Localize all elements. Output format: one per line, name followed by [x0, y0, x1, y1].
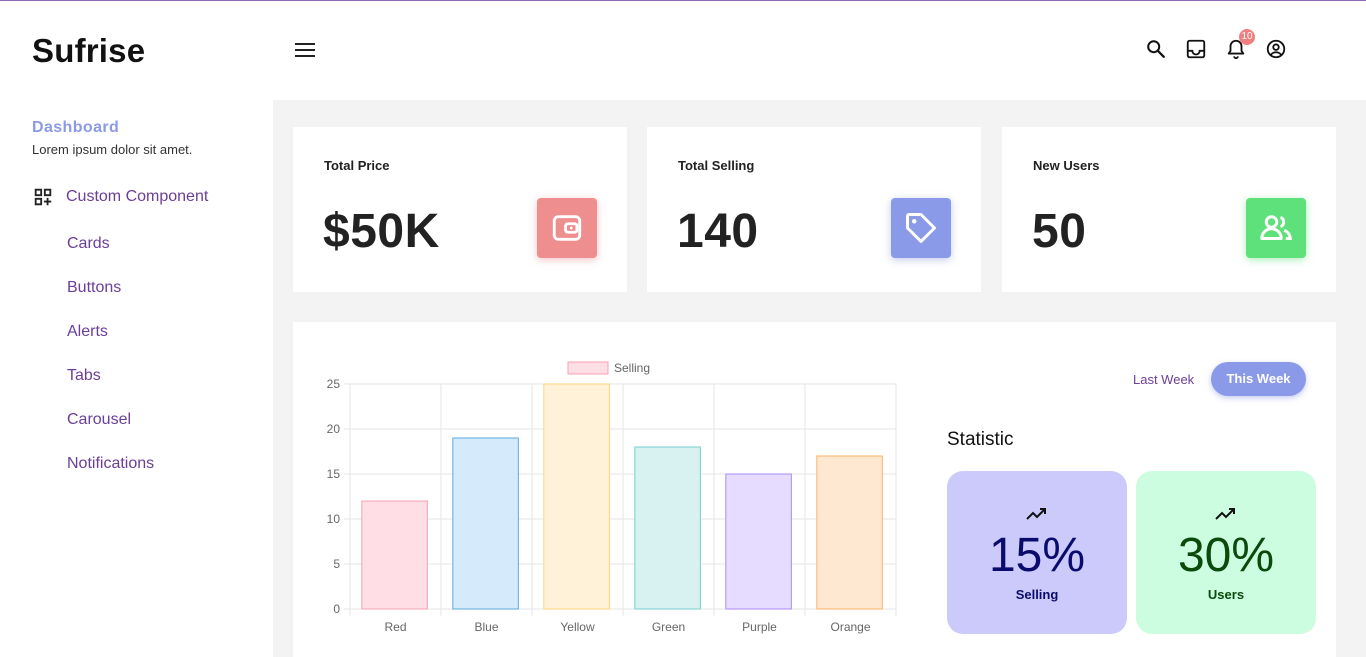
- sidebar-item-cards[interactable]: Cards: [67, 235, 110, 253]
- card-value: $50K: [323, 205, 440, 258]
- legend-swatch: [567, 361, 609, 375]
- tag-icon: [891, 198, 951, 258]
- y-tick-label: 20: [327, 422, 341, 436]
- bar-green: [634, 446, 701, 610]
- x-tick-label: Orange: [830, 620, 870, 634]
- card-title: Total Selling: [678, 158, 755, 173]
- x-tick-label: Red: [384, 620, 406, 634]
- legend-label: Selling: [614, 361, 650, 375]
- last-week-button[interactable]: Last Week: [1133, 372, 1194, 387]
- statistic-card-selling: 15% Selling: [947, 471, 1127, 634]
- users-icon: [1246, 198, 1306, 258]
- y-tick-label: 15: [327, 467, 341, 481]
- sidebar: Sufrise Dashboard Lorem ipsum dolor sit …: [0, 1, 273, 657]
- x-tick-label: Green: [652, 620, 685, 634]
- brand-logo[interactable]: Sufrise: [32, 32, 145, 70]
- card-value: 50: [1032, 205, 1087, 258]
- dashboard-title[interactable]: Dashboard: [32, 119, 119, 137]
- sidebar-item-buttons[interactable]: Buttons: [67, 279, 121, 297]
- statistic-label: Selling: [1015, 587, 1059, 602]
- notification-badge: 10: [1239, 29, 1255, 45]
- bar-red: [361, 500, 428, 610]
- this-week-button[interactable]: This Week: [1211, 362, 1306, 396]
- statistic-title: Statistic: [947, 429, 1014, 450]
- x-tick-label: Purple: [742, 620, 777, 634]
- statistic-value: 30%: [1177, 529, 1275, 582]
- analytics-panel: 0 5 10 15 20 25 Red Blue Yellow Green Purple Orange…: [293, 322, 1336, 657]
- card-title: Total Price: [324, 158, 390, 173]
- card-title: New Users: [1033, 158, 1100, 173]
- y-tick-label: 10: [327, 512, 341, 526]
- sidebar-section-custom-component[interactable]: Custom Component: [32, 186, 208, 208]
- bar-orange: [816, 455, 883, 610]
- main-content: Total Price $50K Total Selling 140 New U…: [273, 100, 1366, 657]
- account-icon[interactable]: [1265, 38, 1287, 60]
- y-tick-label: 25: [327, 377, 341, 391]
- top-header: 10: [273, 1, 1366, 100]
- card-value: 140: [677, 205, 759, 258]
- menu-icon[interactable]: [295, 43, 315, 59]
- trending-up-icon: [1215, 508, 1235, 520]
- bar-purple: [725, 473, 792, 610]
- bar-yellow: [543, 383, 610, 610]
- stat-card-total-price: Total Price $50K: [293, 127, 627, 292]
- sidebar-item-notifications[interactable]: Notifications: [67, 455, 154, 473]
- x-tick-label: Blue: [474, 620, 498, 634]
- sidebar-item-tabs[interactable]: Tabs: [67, 367, 101, 385]
- statistic-card-users: 30% Users: [1136, 471, 1316, 634]
- selling-bar-chart: 0 5 10 15 20 25 Red Blue Yellow Green Purple Orange…: [313, 352, 923, 642]
- stat-card-total-selling: Total Selling 140: [647, 127, 981, 292]
- dashboard-grid-add-icon: [34, 188, 52, 206]
- x-tick-label: Yellow: [560, 620, 595, 634]
- inbox-icon[interactable]: [1185, 38, 1207, 60]
- wallet-icon: [537, 198, 597, 258]
- y-tick-label: 0: [333, 602, 340, 616]
- bar-blue: [452, 437, 519, 610]
- dashboard-subtitle: Lorem ipsum dolor sit amet.: [32, 142, 193, 157]
- stat-card-new-users: New Users 50: [1002, 127, 1336, 292]
- sidebar-item-carousel[interactable]: Carousel: [67, 411, 131, 429]
- y-tick-label: 5: [333, 557, 340, 571]
- statistic-label: Users: [1207, 587, 1245, 602]
- chart-svg: 0 5 10 15 20 25 Red Blue Yellow Green Purple Orange…: [327, 361, 897, 634]
- trending-up-icon: [1026, 508, 1046, 520]
- search-icon[interactable]: [1145, 38, 1167, 60]
- statistic-value: 15%: [988, 529, 1086, 582]
- sidebar-section-label: Custom Component: [66, 188, 209, 205]
- sidebar-item-alerts[interactable]: Alerts: [67, 323, 108, 341]
